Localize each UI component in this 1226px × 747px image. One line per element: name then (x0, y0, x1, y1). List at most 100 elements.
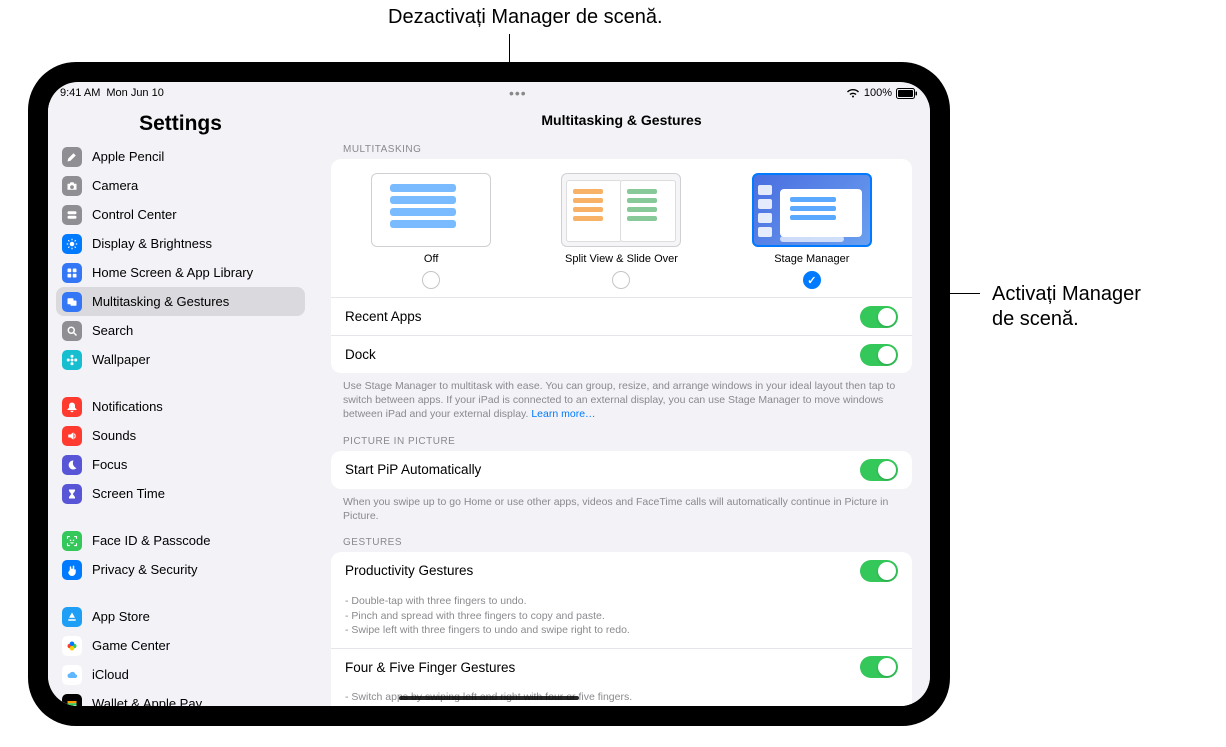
mode-radio-split[interactable] (612, 271, 630, 289)
sidebar-item-display-brightness[interactable]: Display & Brightness (56, 229, 305, 258)
sidebar: Settings Apple Pencil Camera Control Cente… (48, 102, 313, 706)
mode-option-off[interactable]: Off (339, 173, 523, 289)
mode-thumb-off (371, 173, 491, 247)
sidebar-title: Settings (48, 102, 313, 142)
sidebar-item-label: Display & Brightness (92, 236, 212, 251)
faceid-icon (62, 531, 82, 551)
battery-percent: 100% (864, 87, 892, 99)
sidebar-item-focus[interactable]: Focus (56, 450, 305, 479)
sidebar-item-home-screen-app-library[interactable]: Home Screen & App Library (56, 258, 305, 287)
mode-label-split: Split View & Slide Over (565, 253, 678, 265)
toggle-row-productivity: Productivity Gestures (331, 552, 912, 590)
toggle-label-pip: Start PiP Automatically (345, 462, 481, 477)
section-header-gestures: GESTURES (343, 537, 912, 548)
toggle-label-productivity: Productivity Gestures (345, 563, 473, 578)
sidebar-item-label: iCloud (92, 667, 129, 682)
sidebar-item-label: Camera (92, 178, 138, 193)
callout-top: Dezactivați Manager de scenă. (388, 6, 663, 29)
sidebar-item-label: Privacy & Security (92, 562, 197, 577)
sidebar-item-label: Focus (92, 457, 127, 472)
pencil-icon (62, 147, 82, 167)
sidebar-item-label: App Store (92, 609, 150, 624)
page-title: Multitasking & Gestures (313, 102, 930, 136)
status-bar: 9:41 AM Mon Jun 10 ••• 100% (48, 82, 930, 102)
sidebar-item-camera[interactable]: Camera (56, 171, 305, 200)
search-icon (62, 321, 82, 341)
mode-thumb-stage (752, 173, 872, 247)
mode-option-stage-manager[interactable]: Stage Manager (720, 173, 904, 289)
toggle-row-pip: Start PiP Automatically (331, 451, 912, 489)
multitask-dots-icon[interactable]: ••• (509, 85, 527, 101)
section-header-multitasking: MULTITASKING (343, 144, 912, 155)
sidebar-item-wallpaper[interactable]: Wallpaper (56, 345, 305, 374)
sidebar-item-screen-time[interactable]: Screen Time (56, 479, 305, 508)
moon-icon (62, 455, 82, 475)
wallet-icon (62, 694, 82, 707)
sidebar-item-label: Face ID & Passcode (92, 533, 211, 548)
sidebar-item-wallet-apple-pay[interactable]: Wallet & Apple Pay (56, 689, 305, 706)
camera-icon (62, 176, 82, 196)
sidebar-item-apple-pencil[interactable]: Apple Pencil (56, 142, 305, 171)
learn-more-link[interactable]: Learn more… (531, 408, 595, 420)
gamectr-icon (62, 636, 82, 656)
icloud-icon (62, 665, 82, 685)
mode-radio-off[interactable] (422, 271, 440, 289)
toggle-pip[interactable] (860, 459, 898, 481)
sidebar-item-app-store[interactable]: App Store (56, 602, 305, 631)
sidebar-item-label: Wallet & Apple Pay (92, 696, 202, 706)
sidebar-item-notifications[interactable]: Notifications (56, 392, 305, 421)
toggles-icon (62, 205, 82, 225)
pip-footer: When you swipe up to go Home or use othe… (331, 489, 912, 523)
toggle-row-dock: Dock (331, 335, 912, 373)
sidebar-item-game-center[interactable]: Game Center (56, 631, 305, 660)
screen: 9:41 AM Mon Jun 10 ••• 100% Settings App… (48, 82, 930, 706)
sidebar-item-multitasking-gestures[interactable]: Multitasking & Gestures (56, 287, 305, 316)
mode-label-stage: Stage Manager (774, 253, 849, 265)
sidebar-item-label: Search (92, 323, 133, 338)
status-date: Mon Jun 10 (106, 87, 163, 99)
sidebar-item-label: Game Center (92, 638, 170, 653)
sidebar-item-label: Sounds (92, 428, 136, 443)
status-time: 9:41 AM (60, 87, 100, 99)
mode-option-split[interactable]: Split View & Slide Over (529, 173, 713, 289)
multitasking-footer: Use Stage Manager to multitask with ease… (331, 373, 912, 422)
content-pane: Multitasking & Gestures MULTITASKING Off (313, 102, 930, 706)
speaker-icon (62, 426, 82, 446)
home-indicator[interactable] (399, 696, 579, 700)
toggle-label-dock: Dock (345, 347, 376, 362)
ipad-frame: 9:41 AM Mon Jun 10 ••• 100% Settings App… (28, 62, 950, 726)
toggle-fourfive[interactable] (860, 656, 898, 678)
sidebar-item-control-center[interactable]: Control Center (56, 200, 305, 229)
grid-icon (62, 263, 82, 283)
sidebar-item-label: Apple Pencil (92, 149, 164, 164)
sidebar-item-label: Control Center (92, 207, 177, 222)
gestures-card: Productivity Gestures Double-tap with th… (331, 552, 912, 706)
toggle-row-recent-apps: Recent Apps (331, 297, 912, 335)
sidebar-item-icloud[interactable]: iCloud (56, 660, 305, 689)
mode-thumb-split (561, 173, 681, 247)
flower-icon (62, 350, 82, 370)
windows-icon (62, 292, 82, 312)
sidebar-item-label: Notifications (92, 399, 163, 414)
toggle-dock[interactable] (860, 344, 898, 366)
bullet-item: Swipe left with three fingers to undo an… (345, 623, 898, 638)
sidebar-item-privacy-security[interactable]: Privacy & Security (56, 555, 305, 584)
sidebar-list[interactable]: Apple Pencil Camera Control Center Display … (48, 142, 313, 706)
sidebar-item-search[interactable]: Search (56, 316, 305, 345)
toggle-row-fourfive: Four & Five Finger Gestures (331, 648, 912, 686)
sidebar-item-sounds[interactable]: Sounds (56, 421, 305, 450)
sun-icon (62, 234, 82, 254)
toggle-label-recent-apps: Recent Apps (345, 309, 422, 324)
bullet-item: Double-tap with three fingers to undo. (345, 594, 898, 609)
callout-right: Activați Manager de scenă. (992, 282, 1141, 332)
sidebar-item-label: Home Screen & App Library (92, 265, 253, 280)
bullet-item: Go home by pinching with four or five fi… (345, 705, 898, 706)
content-body[interactable]: MULTITASKING Off Split View & Slide Over (313, 136, 930, 706)
toggle-productivity[interactable] (860, 560, 898, 582)
sidebar-item-label: Multitasking & Gestures (92, 294, 229, 309)
mode-radio-stage[interactable] (803, 271, 821, 289)
toggle-recent-apps[interactable] (860, 306, 898, 328)
bell-icon (62, 397, 82, 417)
wifi-icon (846, 88, 860, 98)
sidebar-item-face-id-passcode[interactable]: Face ID & Passcode (56, 526, 305, 555)
